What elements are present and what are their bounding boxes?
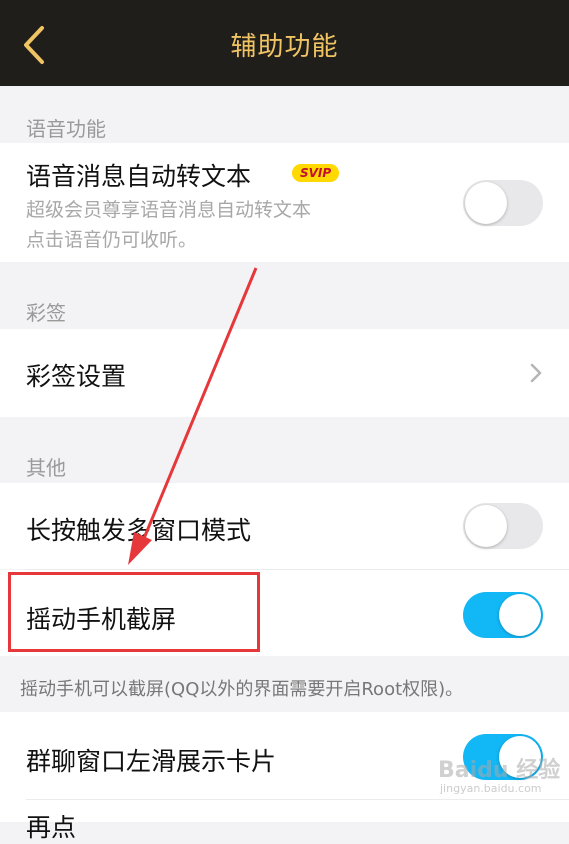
annotation-highlight-box [8,572,260,652]
row-title-multi-window: 长按触发多窗口模式 [26,516,252,545]
row-title-caiqian: 彩签设置 [26,362,127,391]
toggle-knob [465,182,507,224]
section-header-voice: 语音功能 [26,117,106,141]
row-title-partial: 再点 [26,813,77,842]
watermark-url: jingyan.baidu.com [440,782,542,795]
nav-bar: 辅助功能 [0,0,569,86]
section-header-caiqian: 彩签 [26,301,66,325]
toggle-knob [499,594,541,636]
shake-screenshot-description: 摇动手机可以截屏(QQ以外的界面需要开启Root权限)。 [20,679,464,700]
watermark-logo: Baidu 经验 [438,758,561,783]
page-title: 辅助功能 [230,32,339,62]
divider [26,799,569,800]
settings-row-voice-to-text: 语音消息自动转文本 SVIP 超级会员尊享语音消息自动转文本 点击语音仍可收听。 [0,143,569,262]
shake-screenshot-toggle[interactable] [463,592,543,638]
settings-row-caiqian[interactable]: 彩签设置 [0,329,569,417]
section-header-other: 其他 [26,456,66,480]
row-subtitle-line2: 点击语音仍可收听。 [26,229,198,251]
voice-to-text-toggle[interactable] [463,180,543,226]
multi-window-toggle[interactable] [463,503,543,549]
row-title-voice-to-text: 语音消息自动转文本 [26,162,252,191]
chevron-right-icon [530,363,542,383]
toggle-knob [465,505,507,547]
settings-row-multi-window: 长按触发多窗口模式 [0,483,569,569]
svip-badge: SVIP [292,164,340,182]
row-title-group-swipe: 群聊窗口左滑展示卡片 [26,747,277,776]
row-subtitle-line1: 超级会员尊享语音消息自动转文本 [26,199,312,221]
